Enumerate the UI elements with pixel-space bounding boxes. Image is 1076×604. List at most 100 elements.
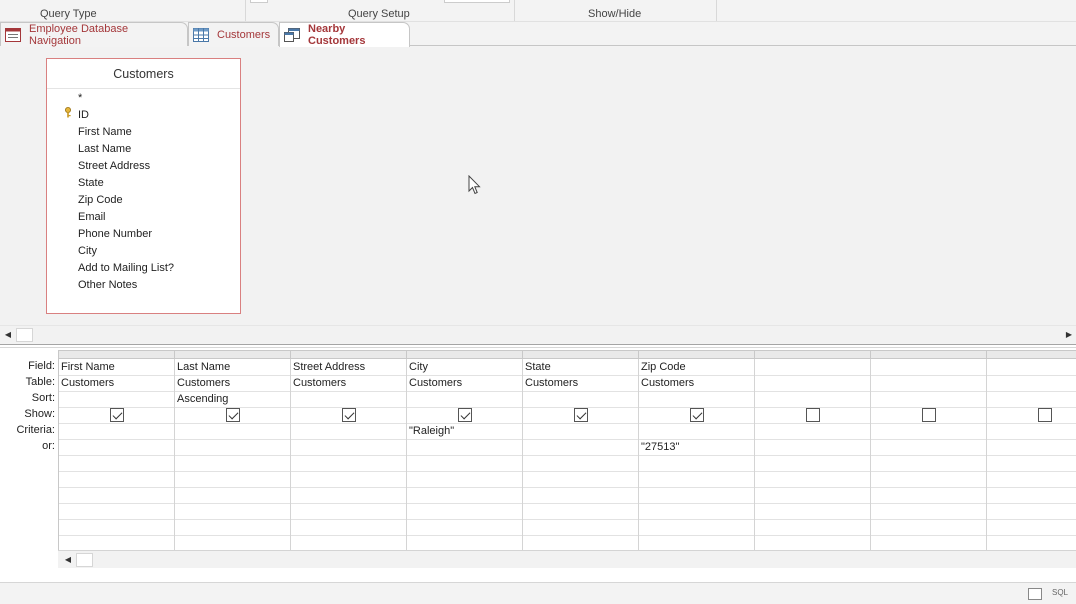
- grid-cell-field[interactable]: Street Address: [291, 359, 405, 375]
- scroll-right-arrow-icon[interactable]: ▶: [1062, 328, 1076, 342]
- ribbon-separator: [514, 0, 515, 21]
- row-label-sort: Sort:: [31, 392, 55, 404]
- column-selector[interactable]: [523, 351, 639, 359]
- grid-cell-criteria[interactable]: [987, 423, 1076, 439]
- column-selector[interactable]: [407, 351, 523, 359]
- column-selector[interactable]: [639, 351, 755, 359]
- field-list-item-other-notes[interactable]: Other Notes: [78, 279, 137, 291]
- tab-nearby-customers[interactable]: Nearby Customers: [279, 22, 410, 47]
- grid-cell-table[interactable]: Customers: [291, 375, 405, 391]
- grid-cell-field[interactable]: Zip Code: [639, 359, 753, 375]
- grid-cell-field[interactable]: Last Name: [175, 359, 289, 375]
- grid-cell-table[interactable]: Customers: [407, 375, 521, 391]
- ribbon-group-query-type: Query Type: [40, 8, 97, 20]
- grid-cell-criteria[interactable]: "Raleigh": [407, 423, 521, 439]
- grid-cell-criteria[interactable]: [59, 423, 173, 439]
- grid-cell-or[interactable]: [523, 439, 637, 455]
- grid-cell-table[interactable]: Customers: [523, 375, 637, 391]
- status-bar: SQL: [0, 582, 1076, 604]
- grid-cell-sort[interactable]: [987, 391, 1076, 407]
- field-list-item-last-name[interactable]: Last Name: [78, 143, 131, 155]
- grid-cell-table[interactable]: [755, 375, 869, 391]
- grid-cell-or[interactable]: [59, 439, 173, 455]
- grid-cell-or[interactable]: [871, 439, 985, 455]
- grid-cell-or[interactable]: [755, 439, 869, 455]
- grid-cell-table[interactable]: [871, 375, 985, 391]
- grid-cell-table[interactable]: Customers: [175, 375, 289, 391]
- field-list-item-first-name[interactable]: First Name: [78, 126, 132, 138]
- show-checkbox[interactable]: [1038, 408, 1052, 422]
- grid-cell-sort[interactable]: [755, 391, 869, 407]
- tab-label: Employee Database Navigation: [29, 22, 129, 47]
- grid-cell-field[interactable]: [755, 359, 869, 375]
- grid-horizontal-scrollbar[interactable]: ◀: [58, 550, 1076, 568]
- field-list-item-city[interactable]: City: [78, 245, 97, 257]
- datasheet-view-icon[interactable]: [1028, 588, 1042, 600]
- field-list-item-email[interactable]: Email: [78, 211, 106, 223]
- column-selector[interactable]: [755, 351, 871, 359]
- grid-cell-sort[interactable]: [639, 391, 753, 407]
- scroll-left-arrow-icon[interactable]: ◀: [1, 328, 15, 342]
- grid-cell-criteria[interactable]: [639, 423, 753, 439]
- grid-cell-field[interactable]: [987, 359, 1076, 375]
- grid-cell-sort[interactable]: [407, 391, 521, 407]
- grid-cell-table[interactable]: [987, 375, 1076, 391]
- show-checkbox[interactable]: [458, 408, 472, 422]
- row-label-or: or:: [42, 440, 55, 452]
- field-list-item-id[interactable]: ID: [78, 109, 89, 121]
- field-list-title: Customers: [47, 59, 240, 89]
- document-tabs: Employee Database Navigation Customers N…: [0, 22, 1076, 47]
- show-checkbox[interactable]: [690, 408, 704, 422]
- grid-cell-criteria[interactable]: [175, 423, 289, 439]
- grid-cell-field[interactable]: State: [523, 359, 637, 375]
- field-list-item-add-to-mailing-list[interactable]: Add to Mailing List?: [78, 262, 174, 274]
- grid-cell-sort[interactable]: [291, 391, 405, 407]
- show-checkbox[interactable]: [342, 408, 356, 422]
- grid-cell-criteria[interactable]: [755, 423, 869, 439]
- grid-row-line: [59, 487, 1076, 488]
- grid-cell-sort[interactable]: [523, 391, 637, 407]
- customers-field-list[interactable]: Customers * ID First Name Last Name Stre…: [46, 58, 241, 314]
- field-list-item-state[interactable]: State: [78, 177, 104, 189]
- column-selector[interactable]: [59, 351, 175, 359]
- column-selector[interactable]: [871, 351, 987, 359]
- upper-pane-horizontal-scrollbar[interactable]: ◀ ▶: [0, 325, 1076, 343]
- grid-cell-criteria[interactable]: [523, 423, 637, 439]
- ribbon-separator: [716, 0, 717, 21]
- column-selector[interactable]: [291, 351, 407, 359]
- field-list-item-zip-code[interactable]: Zip Code: [78, 194, 123, 206]
- show-checkbox[interactable]: [806, 408, 820, 422]
- grid-cell-sort[interactable]: [871, 391, 985, 407]
- column-selector[interactable]: [987, 351, 1076, 359]
- grid-cell-or[interactable]: [407, 439, 521, 455]
- scroll-left-arrow-icon[interactable]: ◀: [61, 553, 75, 567]
- scrollbar-thumb[interactable]: [16, 328, 33, 342]
- scrollbar-thumb[interactable]: [76, 553, 93, 567]
- grid-cell-sort[interactable]: [59, 391, 173, 407]
- ribbon-group-query-setup: Query Setup: [348, 8, 410, 20]
- grid-cell-table[interactable]: Customers: [639, 375, 753, 391]
- show-checkbox[interactable]: [110, 408, 124, 422]
- grid-cell-or[interactable]: [987, 439, 1076, 455]
- grid-cell-or[interactable]: [175, 439, 289, 455]
- field-list-item-phone-number[interactable]: Phone Number: [78, 228, 152, 240]
- column-selector[interactable]: [175, 351, 291, 359]
- show-checkbox[interactable]: [226, 408, 240, 422]
- tab-employee-database-navigation[interactable]: Employee Database Navigation: [0, 22, 188, 47]
- grid-cell-field[interactable]: City: [407, 359, 521, 375]
- grid-cell-table[interactable]: Customers: [59, 375, 173, 391]
- field-list-item-all[interactable]: *: [78, 92, 82, 104]
- tab-customers[interactable]: Customers: [188, 22, 279, 46]
- grid-cell-criteria[interactable]: [871, 423, 985, 439]
- grid-cell-criteria[interactable]: [291, 423, 405, 439]
- grid-cell-field[interactable]: First Name: [59, 359, 173, 375]
- mouse-pointer-icon: [468, 174, 482, 198]
- grid-cell-or[interactable]: [291, 439, 405, 455]
- sql-view-button[interactable]: SQL: [1052, 588, 1068, 597]
- field-list-item-street-address[interactable]: Street Address: [78, 160, 150, 172]
- grid-cell-or[interactable]: "27513": [639, 439, 753, 455]
- show-checkbox[interactable]: [574, 408, 588, 422]
- show-checkbox[interactable]: [922, 408, 936, 422]
- grid-cell-sort[interactable]: Ascending: [175, 391, 289, 407]
- grid-cell-field[interactable]: [871, 359, 985, 375]
